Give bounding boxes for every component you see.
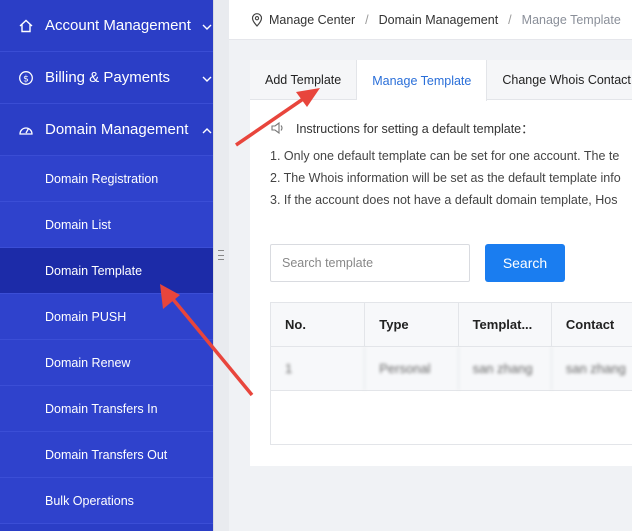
location-pin-icon [251, 12, 263, 27]
cell-type: Personal [365, 347, 459, 390]
sidebar-item-domain-push[interactable]: Domain PUSH [0, 294, 213, 340]
breadcrumb-manage-template: Manage Template [521, 12, 621, 27]
search-input[interactable] [270, 244, 470, 282]
cell-no: 1 [271, 347, 366, 390]
tab-manage-template[interactable]: Manage Template [357, 60, 488, 101]
tab-bar: Add Template Manage Template Change Whoi… [250, 60, 632, 101]
breadcrumb: Manage Center / Domain Management / Mana… [229, 0, 632, 40]
sidebar: Account Management $ Billing & Payments … [0, 0, 213, 531]
instructions-title-text: Instructions for setting a default templ… [296, 122, 534, 136]
cell-contact: san zhang [565, 361, 626, 376]
chevron-down-icon [201, 72, 213, 84]
chevron-down-icon [201, 20, 213, 32]
menu-account-management[interactable]: Account Management [0, 0, 213, 52]
gauge-icon [18, 122, 34, 138]
tab-change-whois-contact[interactable]: Change Whois Contact [487, 60, 632, 99]
header-no: No. [271, 303, 366, 346]
tab-add-template[interactable]: Add Template [250, 60, 358, 99]
table-row[interactable]: 1 Personal san zhang san zhang [271, 347, 632, 391]
cell-template: san zhang [459, 347, 552, 390]
dollar-icon: $ [18, 70, 34, 86]
template-card: Add Template Manage Template Change Whoi… [250, 60, 632, 466]
grip-icon [218, 250, 224, 260]
instruction-line: 2. The Whois information will be set as … [270, 171, 621, 185]
breadcrumb-separator: / [508, 12, 512, 27]
menu-label: Billing & Payments [45, 69, 171, 86]
chevron-up-icon [201, 124, 213, 136]
instructions-title: Instructions for setting a default templ… [270, 118, 534, 137]
sidebar-item-bulk-operations[interactable]: Bulk Operations [0, 478, 213, 524]
menu-billing-payments[interactable]: $ Billing & Payments [0, 52, 213, 104]
search-button[interactable]: Search [485, 244, 565, 282]
table-header: No. Type Templat... Contact [271, 303, 632, 347]
sidebar-item-domain-list[interactable]: Domain List [0, 202, 213, 248]
header-contact: Contact [565, 317, 615, 332]
instruction-line: 3. If the account does not have a defaul… [270, 193, 618, 207]
breadcrumb-separator: / [365, 12, 369, 27]
header-type: Type [365, 303, 459, 346]
sidebar-resize-handle[interactable] [213, 0, 229, 531]
breadcrumb-domain-management[interactable]: Domain Management [379, 13, 499, 27]
sidebar-item-domain-transfers-in[interactable]: Domain Transfers In [0, 386, 213, 432]
menu-domain-management[interactable]: Domain Management [0, 104, 213, 156]
home-icon [18, 18, 34, 34]
main-content: Manage Center / Domain Management / Mana… [229, 0, 632, 531]
sidebar-item-domain-registration[interactable]: Domain Registration [0, 156, 213, 202]
breadcrumb-manage-center[interactable]: Manage Center [269, 13, 355, 27]
template-table: No. Type Templat... Contact 1 Personal s… [270, 302, 632, 445]
instruction-line: 1. Only one default template can be set … [270, 149, 620, 163]
menu-label: Domain Management [45, 121, 189, 138]
sidebar-item-domain-renew[interactable]: Domain Renew [0, 340, 213, 386]
speaker-icon [270, 121, 286, 135]
header-template: Templat... [459, 303, 552, 346]
sidebar-item-domain-template[interactable]: Domain Template [0, 248, 213, 294]
menu-label: Account Management [45, 17, 191, 34]
svg-text:$: $ [23, 74, 29, 84]
domain-submenu: Domain Registration Domain List Domain T… [0, 156, 213, 524]
sidebar-item-domain-transfers-out[interactable]: Domain Transfers Out [0, 432, 213, 478]
